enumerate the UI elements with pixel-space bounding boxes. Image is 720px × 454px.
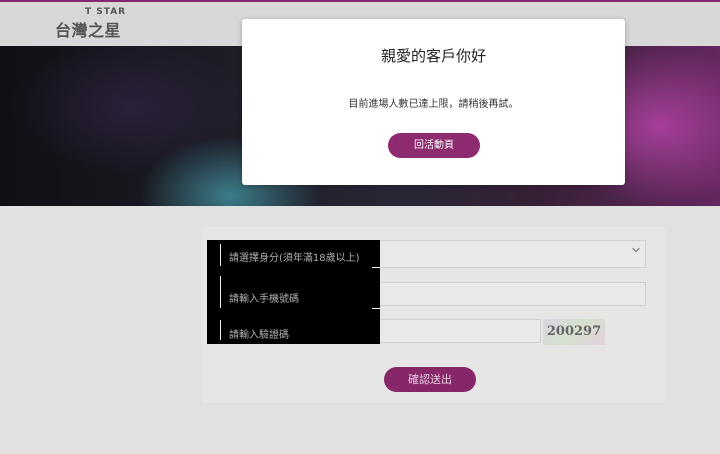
dialog-message: 目前進場人數已達上限，請稍後再試。	[348, 99, 519, 110]
back-to-event-button[interactable]: 回活動頁	[388, 133, 480, 158]
dialog-title: 親愛的客戶你好	[380, 47, 486, 65]
notice-dialog: 親愛的客戶你好 目前進場人數已達上限，請稍後再試。 回活動頁	[242, 19, 625, 185]
